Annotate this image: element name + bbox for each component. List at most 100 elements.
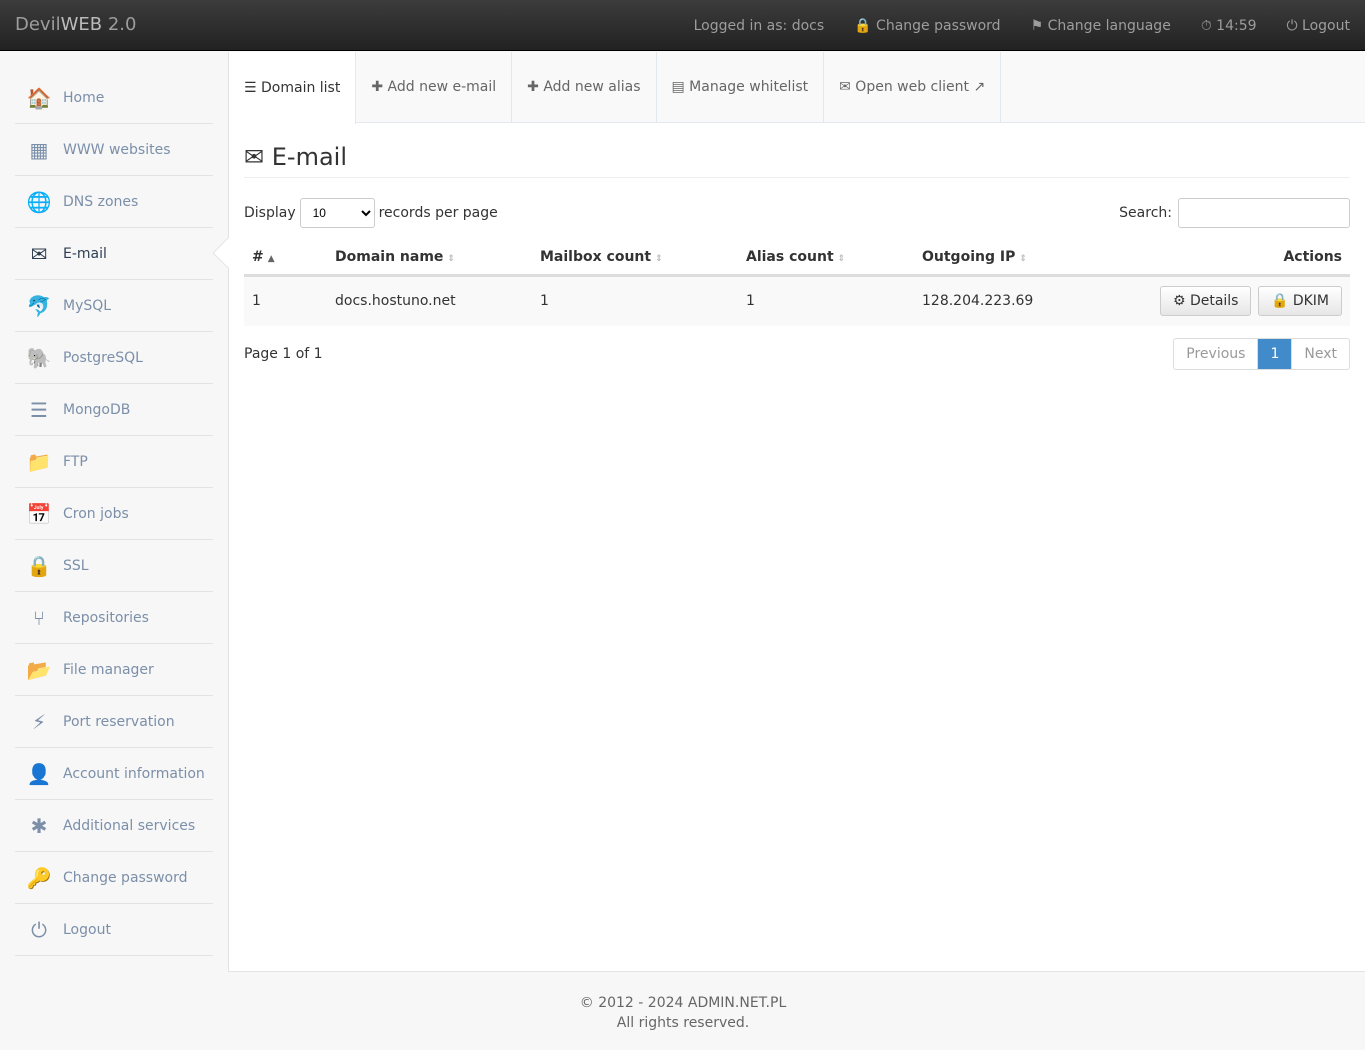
- sidebar-item-change-password[interactable]: 🔑Change password: [15, 852, 213, 904]
- col-number[interactable]: #▲: [244, 240, 327, 276]
- sidebar-item-label: Repositories: [63, 610, 149, 626]
- cell-alias: 1: [738, 276, 914, 326]
- sidebar-item-mysql[interactable]: 🐬MySQL: [15, 280, 213, 332]
- col-label: #: [252, 249, 264, 265]
- table-row: 1 docs.hostuno.net 1 1 128.204.223.69 ⚙ …: [244, 276, 1350, 326]
- tab-bar: ☰ Domain list ✚ Add new e-mail ✚ Add new…: [229, 52, 1365, 123]
- email-icon: ✉: [15, 242, 63, 266]
- col-label: Domain name: [335, 249, 443, 265]
- sidebar-item-port-reservation[interactable]: ⚡Port reservation: [15, 696, 213, 748]
- sidebar-item-label: Change password: [63, 870, 188, 886]
- change-language-link[interactable]: ⚑ Change language: [1031, 18, 1171, 34]
- sidebar-item-ssl[interactable]: 🔒SSL: [15, 540, 213, 592]
- rights: All rights reserved.: [228, 1013, 1138, 1033]
- logout-icon: ⏻: [15, 918, 63, 942]
- col-domain[interactable]: Domain name⇕: [327, 240, 532, 276]
- additional-services-icon: ✱: [15, 814, 63, 838]
- sidebar-item-mongodb[interactable]: ☰MongoDB: [15, 384, 213, 436]
- sidebar-item-email[interactable]: ✉E-mail: [15, 228, 213, 280]
- dkim-button[interactable]: 🔒 DKIM: [1258, 286, 1342, 316]
- sidebar-item-ftp[interactable]: 📁FTP: [15, 436, 213, 488]
- brand-logo[interactable]: DevilWEB 2.0: [15, 14, 136, 35]
- sidebar-item-label: DNS zones: [63, 194, 138, 210]
- cell-mailbox: 1: [532, 276, 738, 326]
- sidebar-item-label: SSL: [63, 558, 89, 574]
- sidebar-item-repositories[interactable]: ⑂Repositories: [15, 592, 213, 644]
- sidebar-item-label: Home: [63, 90, 104, 106]
- page-info: Page 1 of 1: [244, 346, 323, 362]
- copyright: © 2012 - 2024 ADMIN.NET.PL: [228, 993, 1138, 1013]
- session-timer: ⏱ 14:59: [1201, 18, 1257, 34]
- sidebar-item-logout[interactable]: ⏻Logout: [15, 904, 213, 956]
- sidebar-item-dns-zones[interactable]: 🌐DNS zones: [15, 176, 213, 228]
- per-page-select[interactable]: 10: [300, 198, 375, 228]
- col-actions: Actions: [1084, 240, 1350, 276]
- display-label: Display: [244, 205, 296, 221]
- sidebar-item-label: Additional services: [63, 818, 195, 834]
- ssl-icon: 🔒: [15, 554, 63, 578]
- sidebar-item-label: Account information: [63, 766, 205, 782]
- sidebar-item-file-manager[interactable]: 📂File manager: [15, 644, 213, 696]
- ftp-icon: 📁: [15, 450, 63, 474]
- brand-suffix: 2.0: [102, 14, 136, 35]
- sidebar-item-label: E-mail: [63, 246, 107, 262]
- change-password-icon: 🔑: [15, 866, 63, 890]
- domain-table: #▲ Domain name⇕ Mailbox count⇕ Alias cou…: [244, 240, 1350, 326]
- mongodb-icon: ☰: [15, 398, 63, 422]
- tab-manage-whitelist[interactable]: ▤ Manage whitelist: [657, 52, 825, 122]
- home-icon: 🏠: [15, 86, 63, 110]
- file-manager-icon: 📂: [15, 658, 63, 682]
- pagination: Previous 1 Next: [1173, 338, 1350, 370]
- details-button[interactable]: ⚙ Details: [1160, 286, 1252, 316]
- col-label: Alias count: [746, 249, 834, 265]
- records-label: records per page: [379, 205, 498, 221]
- sidebar-item-label: PostgreSQL: [63, 350, 143, 366]
- footer: © 2012 - 2024 ADMIN.NET.PL All rights re…: [228, 993, 1138, 1033]
- col-label: Outgoing IP: [922, 249, 1015, 265]
- sidebar-item-account-information[interactable]: 👤Account information: [15, 748, 213, 800]
- account-information-icon: 👤: [15, 762, 63, 786]
- logged-in-user: Logged in as: docs: [694, 18, 825, 34]
- tab-domain-list[interactable]: ☰ Domain list: [229, 52, 356, 124]
- cell-number: 1: [244, 276, 327, 326]
- col-ip[interactable]: Outgoing IP⇕: [914, 240, 1084, 276]
- main-panel: ☰ Domain list ✚ Add new e-mail ✚ Add new…: [228, 52, 1365, 972]
- tab-add-new-alias[interactable]: ✚ Add new alias: [512, 52, 656, 122]
- col-alias[interactable]: Alias count⇕: [738, 240, 914, 276]
- change-password-link[interactable]: 🔒 Change password: [854, 18, 1000, 34]
- sidebar-item-label: FTP: [63, 454, 88, 470]
- next-button[interactable]: Next: [1291, 339, 1349, 369]
- col-label: Mailbox count: [540, 249, 651, 265]
- sidebar-item-label: Port reservation: [63, 714, 175, 730]
- sidebar-item-www-websites[interactable]: ▦WWW websites: [15, 124, 213, 176]
- sidebar-item-label: MongoDB: [63, 402, 130, 418]
- dns-zones-icon: 🌐: [15, 190, 63, 214]
- sidebar-item-postgresql[interactable]: 🐘PostgreSQL: [15, 332, 213, 384]
- logout-link[interactable]: ⏻ Logout: [1287, 18, 1350, 34]
- www-websites-icon: ▦: [15, 138, 63, 162]
- cell-ip: 128.204.223.69: [914, 276, 1084, 326]
- sidebar-item-label: Cron jobs: [63, 506, 129, 522]
- sidebar-item-cron-jobs[interactable]: 📅Cron jobs: [15, 488, 213, 540]
- port-reservation-icon: ⚡: [15, 710, 63, 734]
- top-navbar: DevilWEB 2.0 Logged in as: docs 🔒 Change…: [0, 0, 1365, 51]
- sidebar-item-label: Logout: [63, 922, 111, 938]
- sidebar-item-label: WWW websites: [63, 142, 171, 158]
- sidebar-item-home[interactable]: 🏠Home: [15, 72, 213, 124]
- sidebar-item-label: File manager: [63, 662, 154, 678]
- col-mailbox[interactable]: Mailbox count⇕: [532, 240, 738, 276]
- page-title: ✉ E-mail: [244, 143, 1350, 178]
- cell-domain: docs.hostuno.net: [327, 276, 532, 326]
- sidebar-item-additional-services[interactable]: ✱Additional services: [15, 800, 213, 852]
- sidebar-item-label: MySQL: [63, 298, 111, 314]
- previous-button[interactable]: Previous: [1174, 339, 1257, 369]
- tab-add-new-email[interactable]: ✚ Add new e-mail: [356, 52, 512, 122]
- tab-open-web-client[interactable]: ✉ Open web client ↗: [824, 52, 1001, 122]
- page-1-button[interactable]: 1: [1257, 339, 1291, 369]
- cell-actions: ⚙ Details 🔒 DKIM: [1084, 276, 1350, 326]
- repositories-icon: ⑂: [15, 606, 63, 630]
- mysql-icon: 🐬: [15, 294, 63, 318]
- brand-prefix: Devil: [15, 14, 61, 35]
- sidebar: 🏠Home▦WWW websites🌐DNS zones✉E-mail🐬MySQ…: [0, 52, 228, 972]
- search-input[interactable]: [1178, 198, 1350, 228]
